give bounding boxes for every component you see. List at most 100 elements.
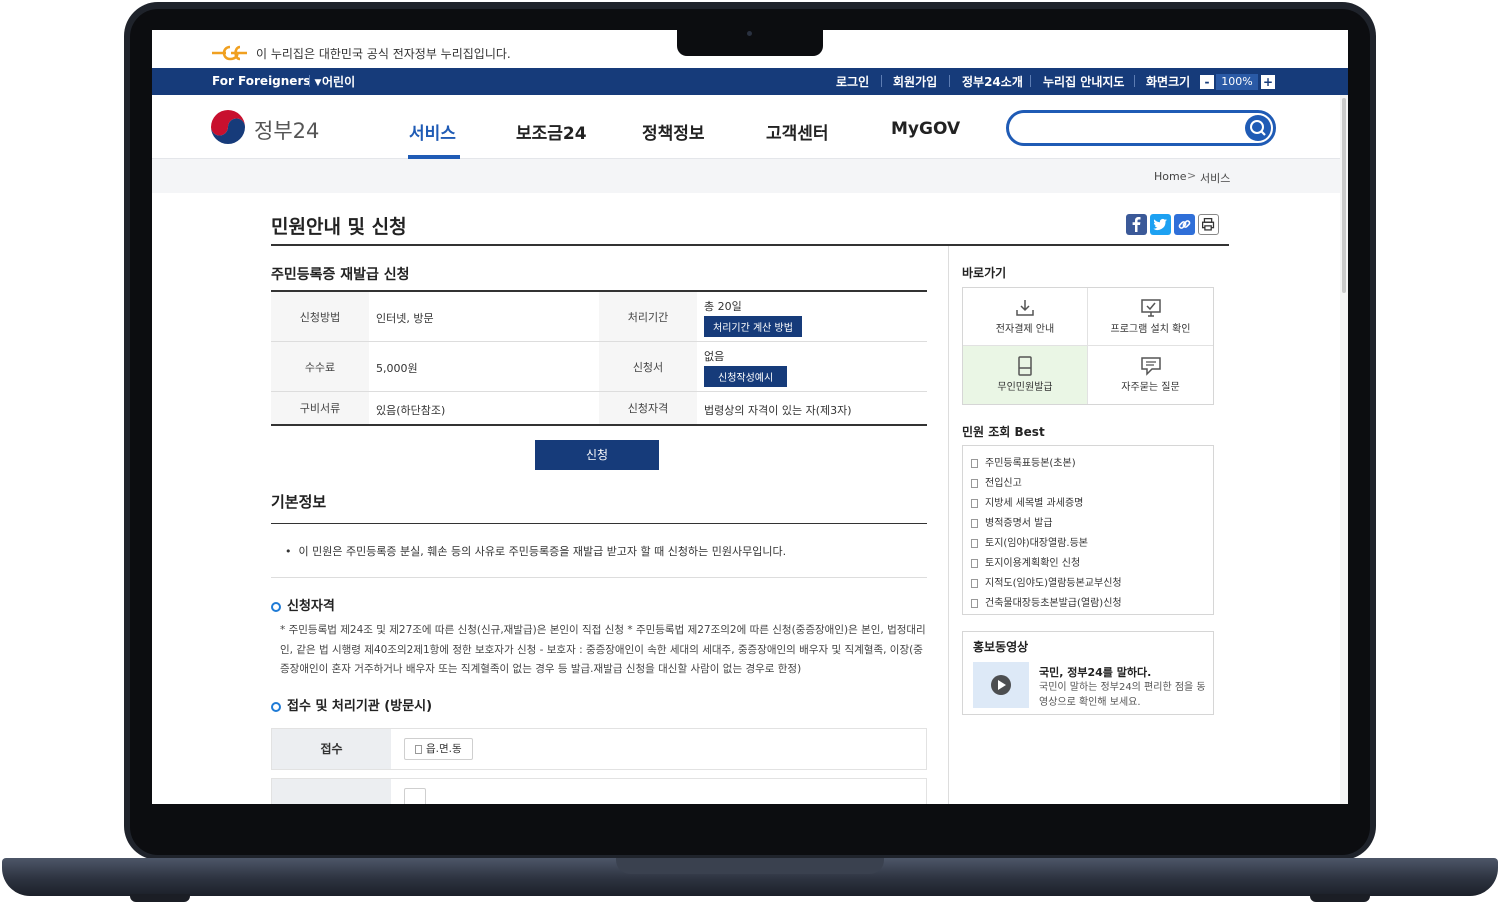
laptop-hinge [616, 858, 884, 874]
period-label: 처리기간 [599, 292, 697, 341]
search-button[interactable] [1245, 115, 1271, 141]
promo-headline[interactable]: 국민, 정부24를 말하다. [1039, 664, 1151, 680]
print-button[interactable] [1198, 214, 1219, 235]
document-icon [971, 538, 978, 548]
column-divider [948, 246, 949, 804]
screen-size-label: 화면크기 [1146, 75, 1191, 89]
gov-banner-text: 이 누리집은 대한민국 공식 전자정부 누리집입니다. [256, 47, 511, 61]
form-cell: 없음 신청작성예시 [704, 348, 788, 387]
breadcrumb-current[interactable]: 서비스 [1200, 170, 1230, 186]
best-list-item[interactable]: 건축물대장등초본발급(열람)신청 [971, 594, 1122, 609]
divider [309, 75, 310, 87]
laptop-foot-left [130, 894, 190, 902]
zoom-level: 100% [1216, 74, 1258, 90]
processing-row [271, 778, 927, 804]
processing-label [272, 779, 391, 804]
divider [1030, 75, 1031, 87]
quick-link-label: 자주묻는 질문 [1121, 382, 1180, 393]
quick-link-kiosk[interactable]: 무인민원발급 [963, 346, 1088, 404]
for-foreigners-dropdown[interactable]: For Foreigners ▼ [212, 74, 321, 88]
best-item-label: 병적증명서 발급 [985, 518, 1053, 529]
document-icon [971, 558, 978, 568]
document-icon [971, 458, 978, 468]
fee-value: 5,000원 [376, 362, 418, 375]
zoom-in-button[interactable]: + [1261, 75, 1275, 89]
best-list-item[interactable]: 지적도(임야도)열람등본교부신청 [971, 574, 1122, 589]
kids-link[interactable]: 어린이 [322, 73, 355, 90]
nav-services[interactable]: 서비스 [409, 119, 456, 144]
quick-link-faq[interactable]: 자주묻는 질문 [1088, 346, 1213, 404]
quick-link-program-check[interactable]: 프로그램 설치 확인 [1088, 288, 1213, 346]
e-government-logo-icon [212, 45, 247, 61]
gov24-taegeuk-logo-icon[interactable] [210, 109, 246, 145]
qualification-value: 법령상의 자격이 있는 자(제3자) [704, 404, 852, 417]
basic-info-description: 이 민원은 주민등록증 분실, 훼손 등의 사유로 주민등록증을 재발급 받고자… [298, 545, 787, 558]
facebook-share-button[interactable] [1126, 214, 1147, 235]
for-foreigners-label: For Foreigners [212, 74, 311, 88]
reception-label: 접수 [272, 729, 391, 769]
processing-office-chip[interactable] [404, 788, 426, 804]
form-example-button[interactable]: 신청작성예시 [704, 366, 788, 387]
building-icon [415, 744, 422, 754]
apply-button[interactable]: 신청 [535, 440, 659, 470]
method-value: 인터넷, 방문 [376, 312, 434, 325]
top-utility-bar: For Foreigners ▼ 어린이 로그인 회원가입 정부24소개 누리집 … [152, 68, 1348, 95]
title-divider [271, 244, 1229, 246]
best-list-item[interactable]: 전입신고 [971, 474, 1022, 489]
quick-links-grid: 전자결제 안내 프로그램 설치 확인 무인민원발급 자주묻는 질문 [962, 287, 1214, 405]
about-gov24-link[interactable]: 정부24소개 [962, 73, 1023, 90]
zoom-out-button[interactable]: - [1200, 75, 1214, 89]
signup-link[interactable]: 회원가입 [893, 73, 937, 90]
best-list-item[interactable]: 주민등록표등본(초본) [971, 454, 1076, 469]
nav-mygov[interactable]: MyGOV [891, 119, 960, 139]
scrollbar-thumb[interactable] [1342, 98, 1346, 293]
quick-links-title: 바로가기 [962, 266, 1007, 280]
qualification-title-text: 신청자격 [287, 599, 335, 614]
period-value: 총 20일 [704, 300, 742, 313]
divider [949, 75, 950, 87]
search-input[interactable] [1021, 117, 1241, 139]
quick-link-label: 무인민원발급 [997, 382, 1053, 393]
qualification-text: * 주민등록법 제24조 및 제27조에 따른 신청(신규,재발급)은 본인이 … [280, 624, 926, 675]
page-title: 민원안내 및 신청 [271, 216, 407, 238]
qualification-section-title: 신청자격 [271, 595, 335, 614]
nav-customer-center[interactable]: 고객센터 [766, 119, 829, 144]
promo-video-box: 홍보동영상 국민, 정부24를 말하다. 국민이 말하는 정부24의 편리한 점… [962, 631, 1214, 715]
organization-title-text: 접수 및 처리기관 (방문시) [287, 699, 433, 714]
divider [271, 577, 927, 578]
best-list-item[interactable]: 토지이용계획확인 신청 [971, 554, 1080, 569]
search-icon [1250, 120, 1266, 136]
brand-name[interactable]: 정부24 [254, 115, 319, 145]
laptop-foot-right [1310, 894, 1370, 902]
best-item-label: 토지이용계획확인 신청 [985, 558, 1081, 569]
breadcrumb-home[interactable]: Home [1154, 170, 1186, 183]
nav-policy-info[interactable]: 정책정보 [642, 119, 705, 144]
method-label: 신청방법 [271, 292, 369, 341]
login-link[interactable]: 로그인 [836, 73, 869, 90]
sitemap-link[interactable]: 누리집 안내지도 [1043, 73, 1124, 90]
copy-link-button[interactable] [1174, 214, 1195, 235]
table-row: 구비서류 있음(하단참조) 신청자격 법령상의 자격이 있는 자(제3자) [271, 392, 927, 424]
quick-link-e-payment[interactable]: 전자결제 안내 [963, 288, 1088, 346]
promo-video-thumbnail[interactable] [973, 662, 1029, 708]
download-icon [1016, 300, 1034, 316]
period-calc-button[interactable]: 처리기간 계산 방법 [704, 316, 802, 337]
reception-row: 접수 읍.면.동 [271, 728, 927, 770]
best-list-item[interactable]: 토지(임야)대장열람.등본 [971, 534, 1088, 549]
fee-label: 수수료 [271, 342, 369, 391]
document-icon [971, 518, 978, 528]
search-box [1006, 110, 1276, 146]
twitter-share-button[interactable] [1150, 214, 1171, 235]
docs-label: 구비서류 [271, 392, 369, 424]
document-icon [971, 598, 978, 608]
docs-value: 있음(하단참조) [376, 404, 446, 417]
bullet-icon: • [285, 545, 299, 558]
play-icon [991, 675, 1011, 695]
best-list-item[interactable]: 지방세 세목별 과세증명 [971, 494, 1083, 509]
nav-subsidy24[interactable]: 보조금24 [516, 119, 587, 144]
quick-link-label: 프로그램 설치 확인 [1110, 324, 1191, 335]
reception-office-chip[interactable]: 읍.면.동 [404, 738, 473, 760]
best-item-label: 토지(임야)대장열람.등본 [985, 538, 1088, 549]
best-item-label: 지방세 세목별 과세증명 [985, 498, 1084, 509]
best-list-item[interactable]: 병적증명서 발급 [971, 514, 1053, 529]
